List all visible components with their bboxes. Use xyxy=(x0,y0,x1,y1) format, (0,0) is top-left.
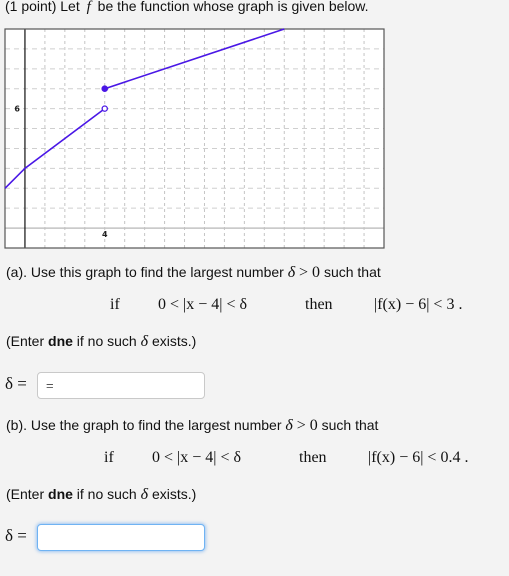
filled-point-marker xyxy=(101,85,109,93)
gt-zero: > 0 xyxy=(299,264,321,281)
part-b-answer-input[interactable] xyxy=(37,524,205,551)
note-dne: dne xyxy=(48,486,73,502)
part-a-prompt-text: (a). Use this graph to find the largest … xyxy=(6,264,284,280)
part-a-note: (Enter dne if no such δ exists.) xyxy=(6,333,196,351)
part-b-note: (Enter dne if no such δ exists.) xyxy=(6,486,196,504)
y-tick-label: 6 xyxy=(14,105,20,114)
part-a-prompt-suffix: such that xyxy=(323,264,381,280)
function-graph: 46 xyxy=(4,28,385,249)
part-a-then: then xyxy=(305,296,333,313)
part-b-if: if xyxy=(104,449,114,466)
delta-symbol: δ xyxy=(285,417,293,434)
note-suffix: exists.) xyxy=(151,333,197,349)
open-point-marker xyxy=(101,105,108,112)
note-prefix: (Enter xyxy=(6,333,45,349)
part-a-if: if xyxy=(110,296,120,313)
part-b-then: then xyxy=(299,449,327,466)
part-a-answer-label: δ = xyxy=(5,374,27,393)
note-mid: if no such xyxy=(76,486,137,502)
part-a-condition-left: 0 < |x − 4| < δ xyxy=(158,296,248,313)
note-dne: dne xyxy=(48,333,73,349)
part-b-answer-label: δ = xyxy=(5,526,27,545)
gt-zero: > 0 xyxy=(296,417,318,434)
part-a-answer-input[interactable] xyxy=(37,372,205,399)
delta-symbol: δ xyxy=(140,333,149,350)
plot-background xyxy=(5,29,384,248)
note-mid: if no such xyxy=(76,333,137,349)
part-a-condition-right: |f(x) − 6| < 3 . xyxy=(374,296,463,313)
delta-symbol: δ xyxy=(287,264,296,281)
part-b-condition-left: 0 < |x − 4| < δ xyxy=(152,449,242,466)
delta-symbol: δ xyxy=(140,486,149,503)
part-b-condition-right: |f(x) − 6| < 0.4 . xyxy=(368,449,469,466)
note-suffix: exists.) xyxy=(151,486,197,502)
part-b-prompt: (b). Use the graph to find the largest n… xyxy=(6,417,378,435)
x-tick-label: 4 xyxy=(102,230,108,239)
note-prefix: (Enter xyxy=(6,486,45,502)
part-b-prompt-text: (b). Use the graph to find the largest n… xyxy=(6,417,282,433)
part-b-prompt-suffix: such that xyxy=(321,417,379,433)
part-a-prompt: (a). Use this graph to find the largest … xyxy=(6,264,381,282)
